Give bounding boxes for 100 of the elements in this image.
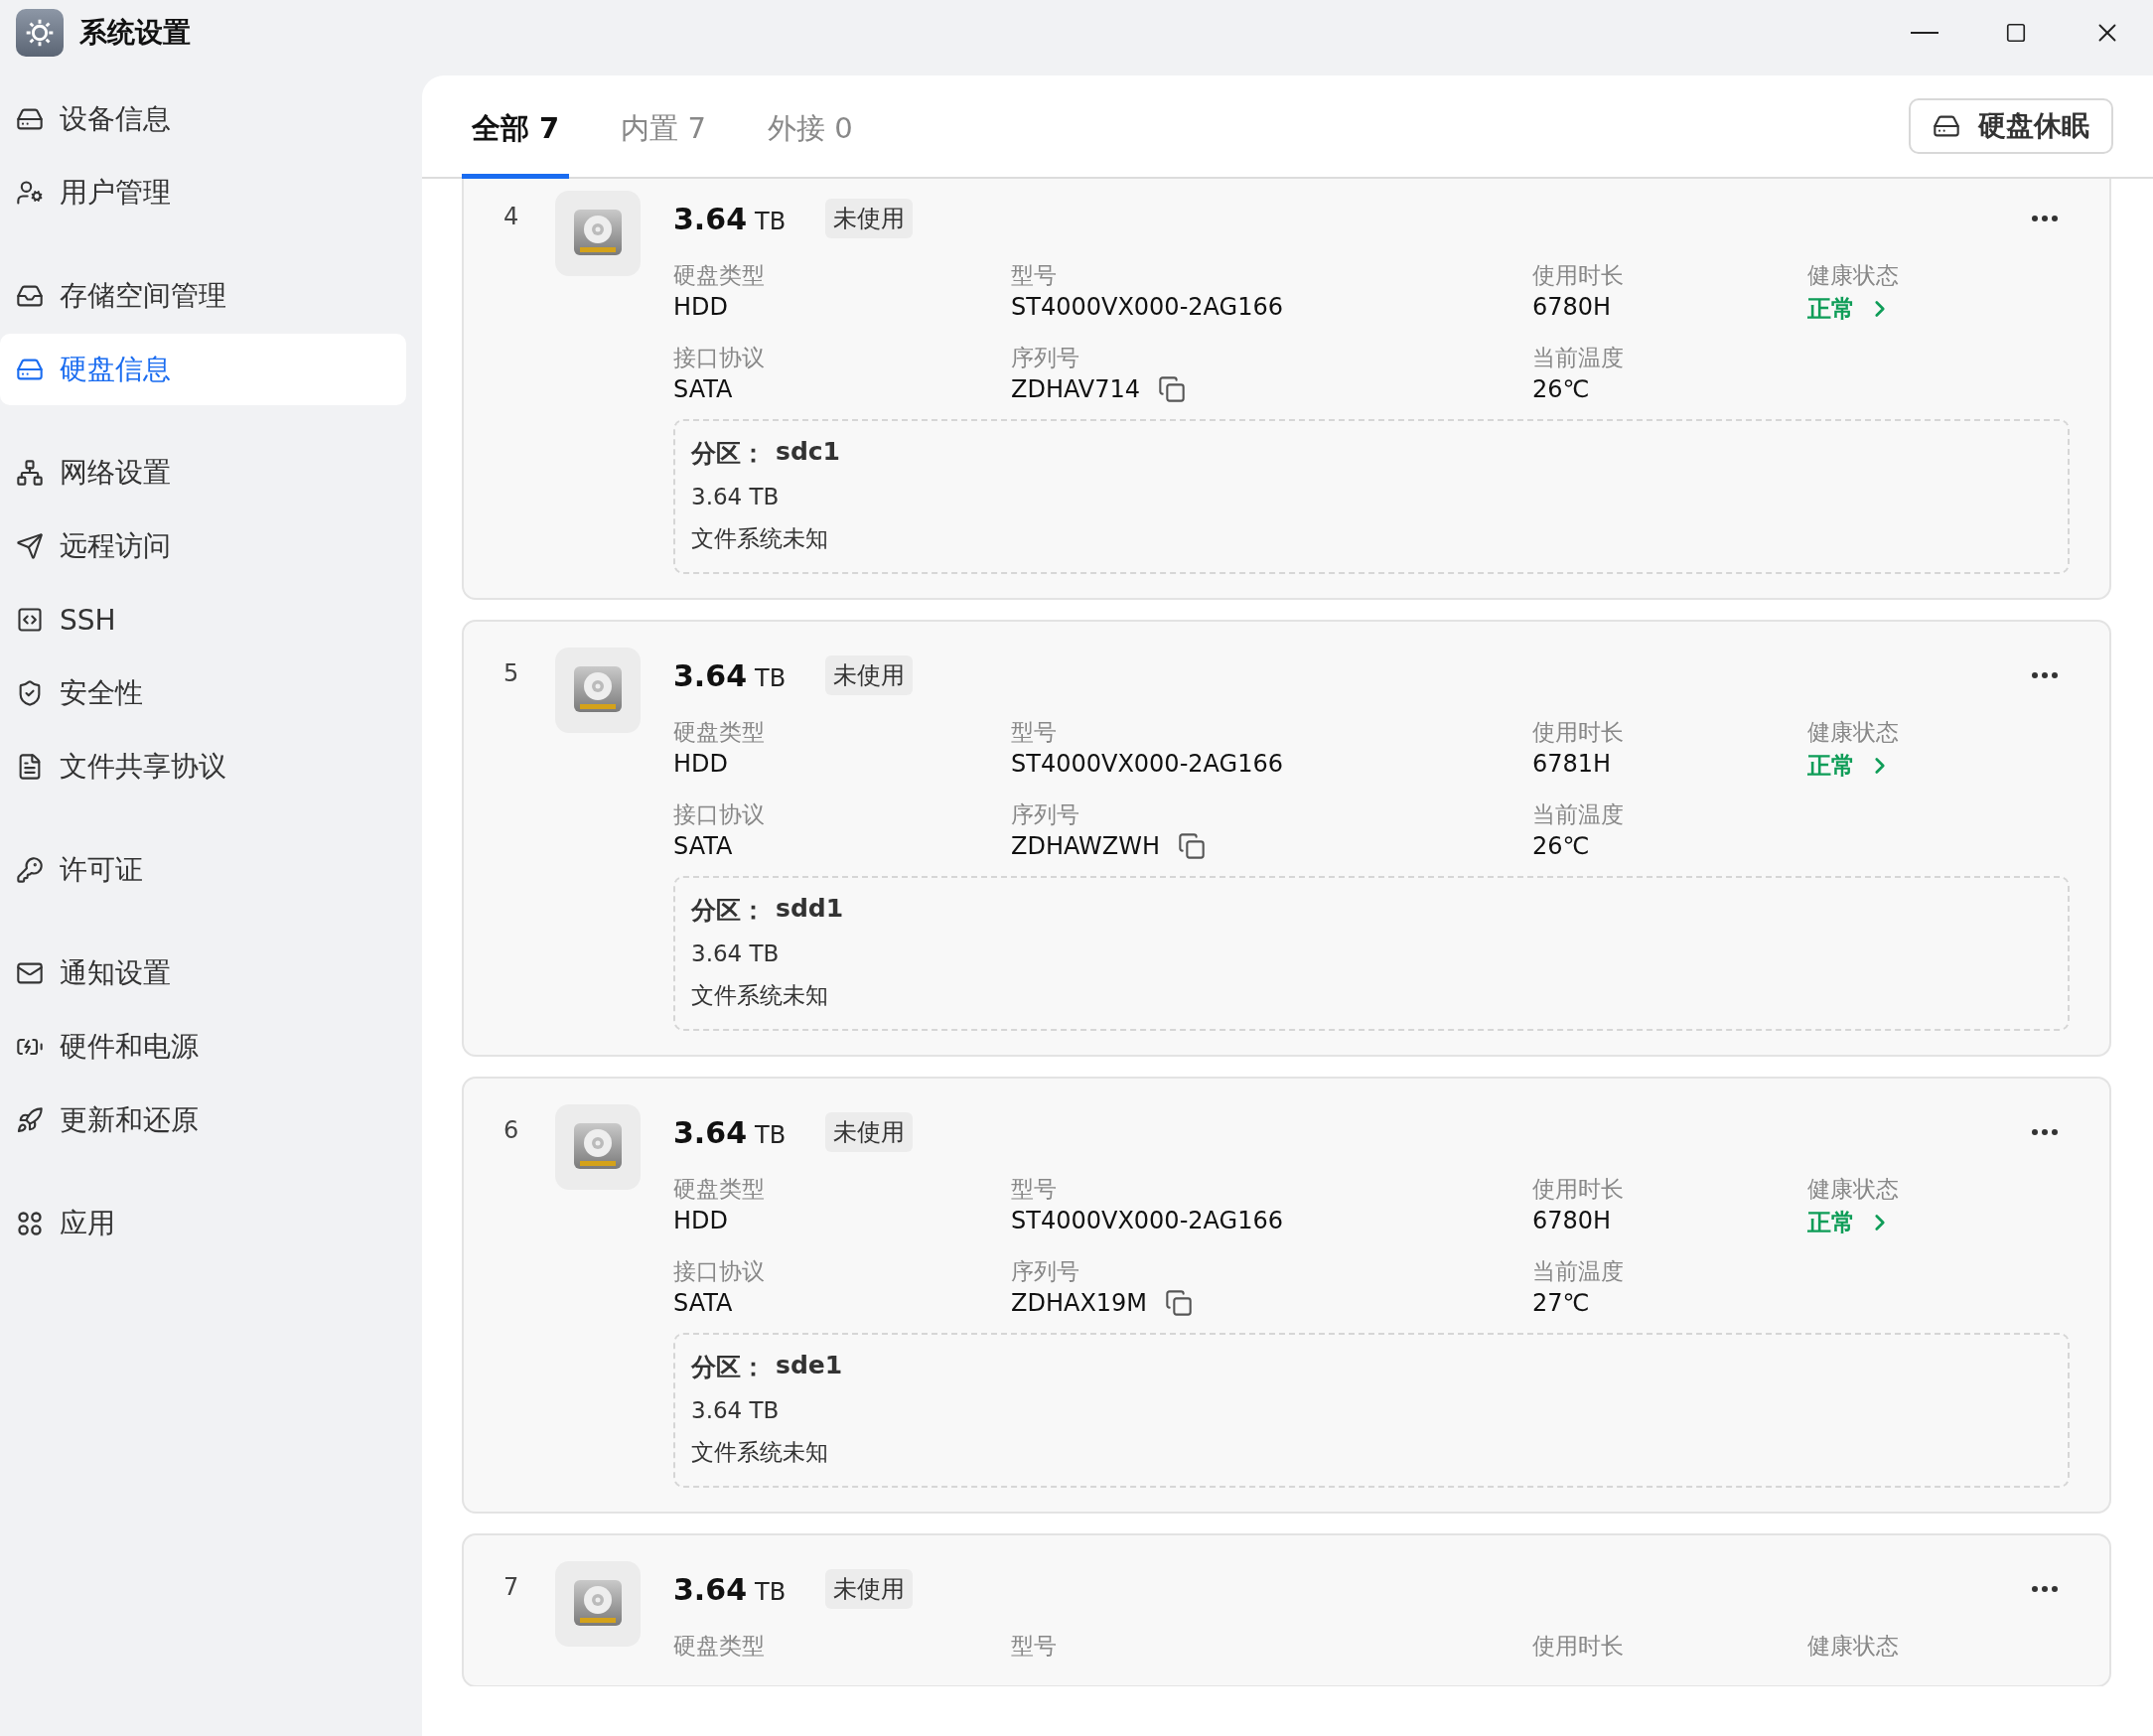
tab[interactable]: 内置 7 bbox=[611, 75, 716, 179]
ellipsis-icon bbox=[2032, 672, 2058, 678]
sidebar-item[interactable]: 硬盘信息 bbox=[0, 334, 406, 405]
disk-number: 7 bbox=[502, 1572, 520, 1603]
field-label: 健康状态 bbox=[1807, 261, 1900, 290]
usage-status-badge: 未使用 bbox=[825, 1569, 914, 1609]
field-value: SATA bbox=[673, 832, 734, 860]
partition-size: 3.64 TB bbox=[691, 940, 781, 966]
size-unit: TB bbox=[755, 207, 787, 235]
field-label: 序列号 bbox=[1011, 344, 1080, 372]
field-label: 型号 bbox=[1011, 718, 1058, 747]
field-label: 健康状态 bbox=[1807, 1632, 1900, 1661]
partition-label: 分区： bbox=[691, 438, 766, 470]
copy-icon bbox=[1165, 1289, 1194, 1317]
copy-button[interactable] bbox=[1178, 832, 1207, 860]
sidebar-item-icon bbox=[16, 532, 44, 560]
field-label: 当前温度 bbox=[1532, 344, 1625, 372]
disk-size: 3.64 bbox=[673, 1114, 748, 1150]
field-label: 接口协议 bbox=[673, 800, 766, 829]
field-value: ZDHAX19M bbox=[1011, 1289, 1148, 1317]
field-label: 硬盘类型 bbox=[673, 718, 766, 747]
field-label: 型号 bbox=[1011, 261, 1058, 290]
sidebar-item[interactable]: 用户管理 bbox=[0, 157, 406, 228]
size-unit: TB bbox=[755, 663, 787, 692]
partition-size: 3.64 TB bbox=[691, 1397, 781, 1423]
field-value: 6780H bbox=[1532, 1207, 1613, 1234]
window-title: 系统设置 bbox=[79, 15, 191, 51]
maximize-icon bbox=[2005, 22, 2027, 44]
field-value: ST4000VX000-2AG166 bbox=[1011, 1207, 1284, 1234]
sidebar-item-icon bbox=[16, 179, 44, 207]
field-label: 当前温度 bbox=[1532, 800, 1625, 829]
field-label: 健康状态 bbox=[1807, 1175, 1900, 1204]
partition-label: 分区： bbox=[691, 1352, 766, 1383]
field-value: 6781H bbox=[1532, 750, 1613, 778]
copy-icon bbox=[1178, 832, 1207, 860]
disk-number: 4 bbox=[502, 202, 520, 232]
sidebar-item-icon bbox=[16, 856, 44, 884]
field-label: 使用时长 bbox=[1532, 261, 1625, 290]
sidebar-item-icon bbox=[16, 459, 44, 487]
field-label: 硬盘类型 bbox=[673, 261, 766, 290]
minimize-icon bbox=[1911, 32, 1938, 34]
field-value: SATA bbox=[673, 1289, 734, 1317]
sidebar-item[interactable]: 许可证 bbox=[0, 834, 406, 906]
size-unit: TB bbox=[755, 1120, 787, 1149]
field-value: ZDHAWZWH bbox=[1011, 832, 1161, 860]
partition-name: sde1 bbox=[776, 1351, 843, 1381]
sidebar-item[interactable]: 存储空间管理 bbox=[0, 260, 406, 332]
usage-status-badge: 未使用 bbox=[825, 1112, 914, 1152]
field-label: 接口协议 bbox=[673, 344, 766, 372]
ellipsis-icon bbox=[2032, 1129, 2058, 1135]
field-label: 型号 bbox=[1011, 1175, 1058, 1204]
field-label: 当前温度 bbox=[1532, 1257, 1625, 1286]
disk-number: 6 bbox=[502, 1115, 520, 1146]
field-label: 序列号 bbox=[1011, 800, 1080, 829]
copy-icon bbox=[1158, 375, 1187, 403]
sidebar-item[interactable]: 文件共享协议 bbox=[0, 731, 406, 802]
disk-size: 3.64 bbox=[673, 657, 748, 693]
settings-app-icon bbox=[16, 9, 64, 57]
field-label: 使用时长 bbox=[1532, 718, 1625, 747]
disk-sleep-button[interactable]: 硬盘休眠 bbox=[1909, 98, 2113, 154]
field-label: 健康状态 bbox=[1807, 718, 1900, 747]
field-value: 6780H bbox=[1532, 293, 1613, 321]
sidebar-item[interactable]: SSH bbox=[0, 584, 406, 655]
copy-button[interactable] bbox=[1158, 375, 1187, 403]
field-value: HDD bbox=[673, 750, 729, 778]
field-value: SATA bbox=[673, 375, 734, 403]
disk-size: 3.64 bbox=[673, 1571, 748, 1607]
sidebar-item[interactable]: 安全性 bbox=[0, 657, 406, 729]
field-label: 型号 bbox=[1011, 1632, 1058, 1661]
partition-label: 分区： bbox=[691, 895, 766, 927]
ellipsis-icon bbox=[2032, 1586, 2058, 1592]
sidebar-item[interactable]: 更新和还原 bbox=[0, 1085, 406, 1156]
sidebar-item[interactable]: 硬件和电源 bbox=[0, 1011, 406, 1083]
field-label: 序列号 bbox=[1011, 1257, 1080, 1286]
size-unit: TB bbox=[755, 1577, 787, 1606]
sidebar-item[interactable]: 设备信息 bbox=[0, 83, 406, 155]
sidebar-item-icon bbox=[16, 1106, 44, 1134]
field-value: 26℃ bbox=[1532, 375, 1591, 403]
sidebar-item[interactable]: 远程访问 bbox=[0, 510, 406, 582]
partition-name: sdd1 bbox=[776, 894, 844, 925]
field-label: 硬盘类型 bbox=[673, 1175, 766, 1204]
field-value: 27℃ bbox=[1532, 1289, 1591, 1317]
disk-number: 5 bbox=[502, 658, 520, 689]
field-value: ZDHAV714 bbox=[1011, 375, 1141, 403]
field-value: ST4000VX000-2AG166 bbox=[1011, 293, 1284, 321]
sidebar-item[interactable]: 网络设置 bbox=[0, 437, 406, 508]
field-label: 使用时长 bbox=[1532, 1632, 1625, 1661]
field-value: HDD bbox=[673, 1207, 729, 1234]
field-label: 使用时长 bbox=[1532, 1175, 1625, 1204]
sidebar-item[interactable]: 应用 bbox=[0, 1188, 406, 1259]
sidebar-item[interactable]: 通知设置 bbox=[0, 938, 406, 1009]
partition-name: sdc1 bbox=[776, 437, 840, 468]
partition-filesystem: 文件系统未知 bbox=[691, 981, 829, 1010]
field-value: 26℃ bbox=[1532, 832, 1591, 860]
field-label: 硬盘类型 bbox=[673, 1632, 766, 1661]
field-label: 接口协议 bbox=[673, 1257, 766, 1286]
tab[interactable]: 外接 0 bbox=[757, 75, 863, 179]
disk-size: 3.64 bbox=[673, 201, 748, 236]
copy-button[interactable] bbox=[1165, 1289, 1194, 1317]
partition-filesystem: 文件系统未知 bbox=[691, 1438, 829, 1467]
